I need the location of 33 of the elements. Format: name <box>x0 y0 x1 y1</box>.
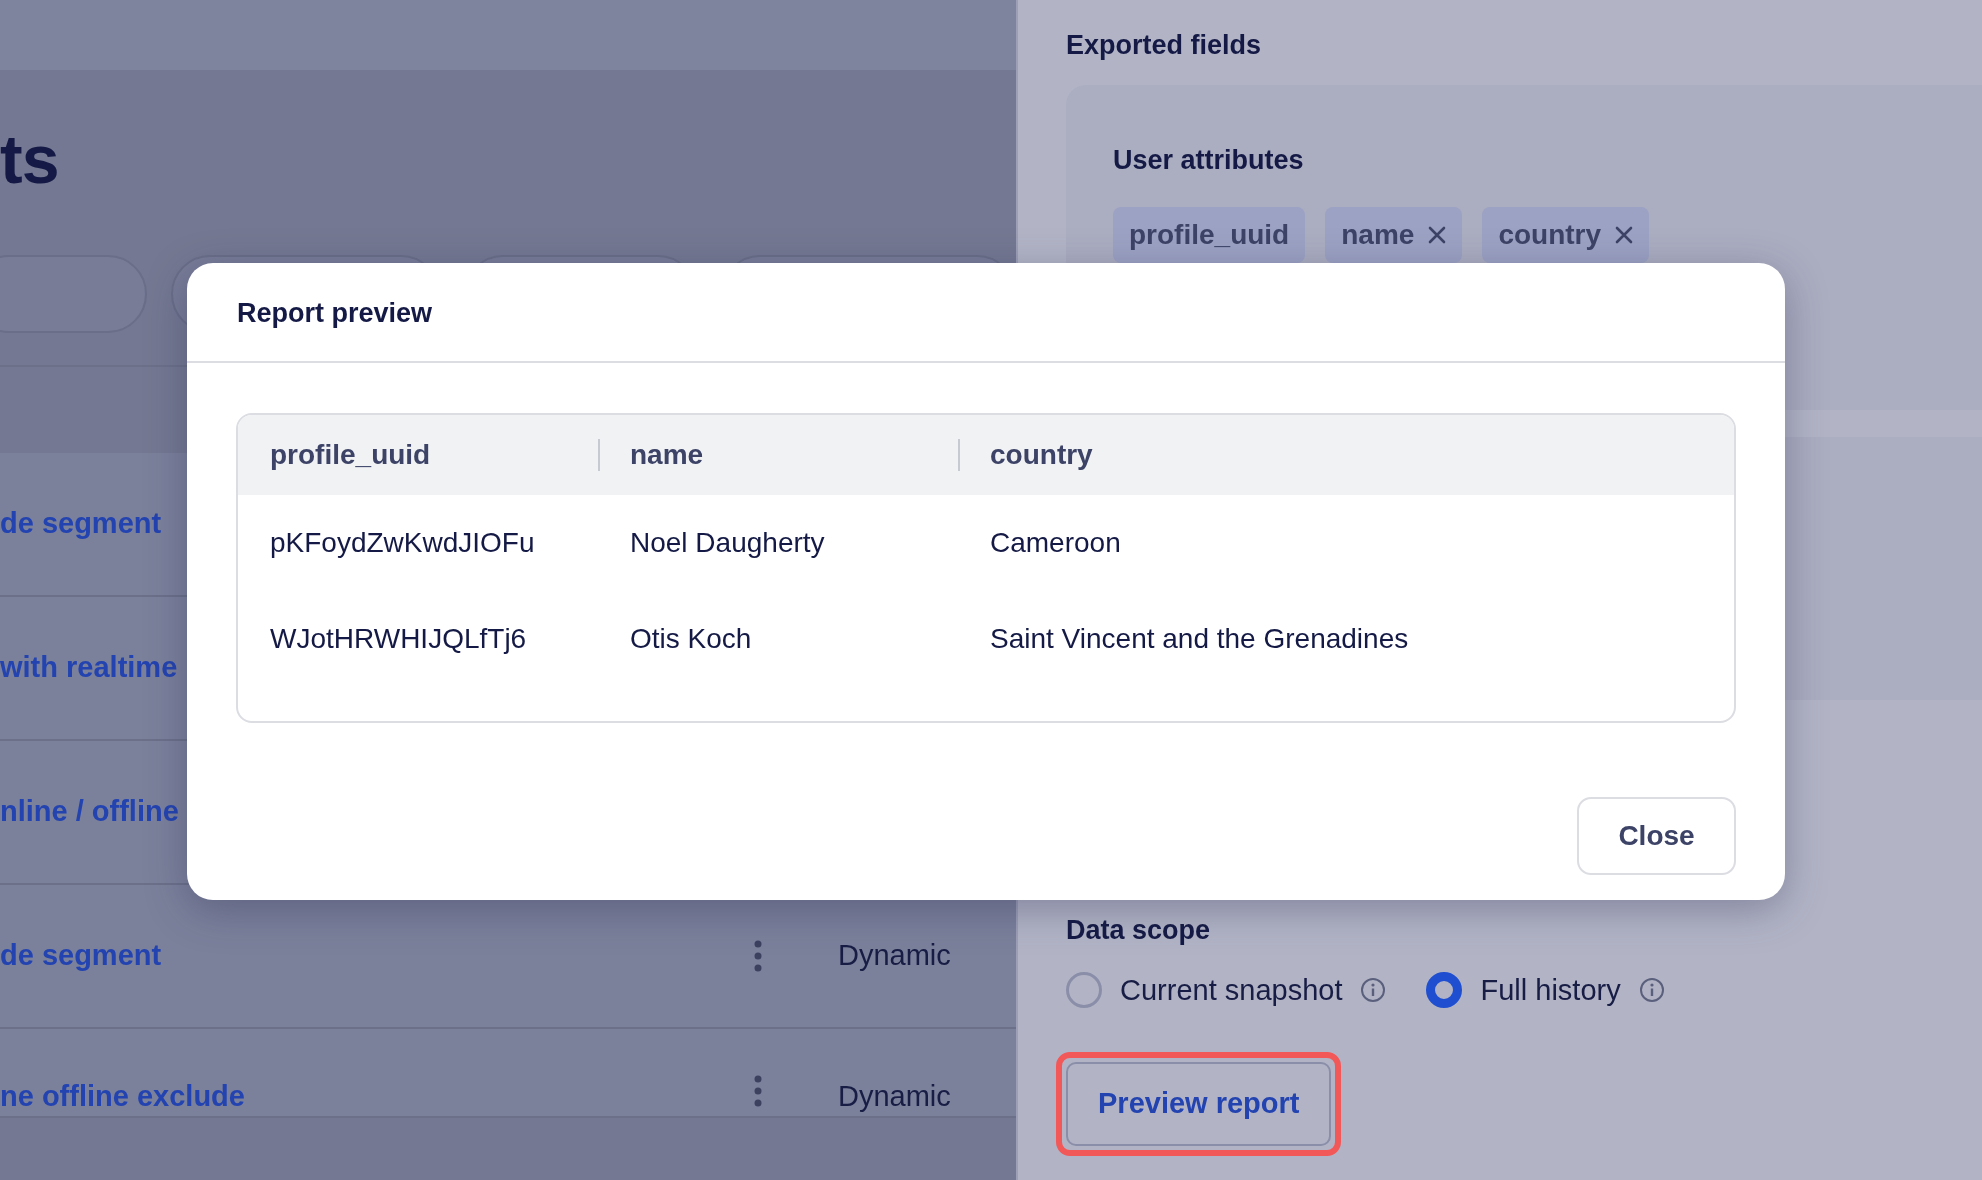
table-cell: Cameroon <box>958 495 1734 591</box>
radio-label[interactable]: Full history <box>1480 968 1621 1012</box>
segment-link[interactable]: de segment <box>0 934 753 978</box>
section-title: Data scope <box>1066 914 1212 947</box>
segment-type: Dynamic <box>838 938 952 974</box>
radio-button[interactable] <box>1426 972 1463 1009</box>
remove-icon[interactable] <box>1615 225 1634 244</box>
attribute-chip[interactable]: profile_uuid <box>1113 206 1306 263</box>
segment-type: Dynamic <box>838 1079 952 1114</box>
column-header: profile_uuid <box>238 415 598 495</box>
close-button[interactable]: Close <box>1577 797 1736 875</box>
column-header: country <box>958 415 1734 495</box>
radio-label[interactable]: Current snapshot <box>1120 968 1343 1012</box>
preview-report-button[interactable]: Preview report <box>1066 1062 1332 1146</box>
remove-icon[interactable] <box>1428 225 1447 244</box>
table-cell: pKFoydZwKwdJIOFu <box>238 495 598 591</box>
info-icon[interactable] <box>1360 977 1387 1004</box>
attribute-chip[interactable]: name <box>1325 206 1463 263</box>
page-title: ts <box>0 120 60 199</box>
more-icon[interactable] <box>753 1075 763 1107</box>
column-header: name <box>598 415 958 495</box>
more-icon[interactable] <box>753 940 763 972</box>
table-cell-text: Otis Koch <box>629 622 753 656</box>
table-cell: Noel Daugherty <box>598 495 958 591</box>
table-cell-text: WJotHRWHIJQLfTj6 <box>269 622 528 656</box>
radio-button[interactable] <box>1066 972 1102 1009</box>
attribute-chip[interactable]: country <box>1482 206 1650 263</box>
segment-link[interactable]: ne offline exclude <box>0 1075 753 1119</box>
table-cell-text: Saint Vincent and the Grenadines <box>989 622 1410 656</box>
group-title: User attributes <box>1113 144 1305 177</box>
info-icon[interactable] <box>1638 977 1665 1004</box>
modal-title: Report preview <box>187 263 1785 363</box>
section-title: Exported fields <box>1066 29 1263 62</box>
